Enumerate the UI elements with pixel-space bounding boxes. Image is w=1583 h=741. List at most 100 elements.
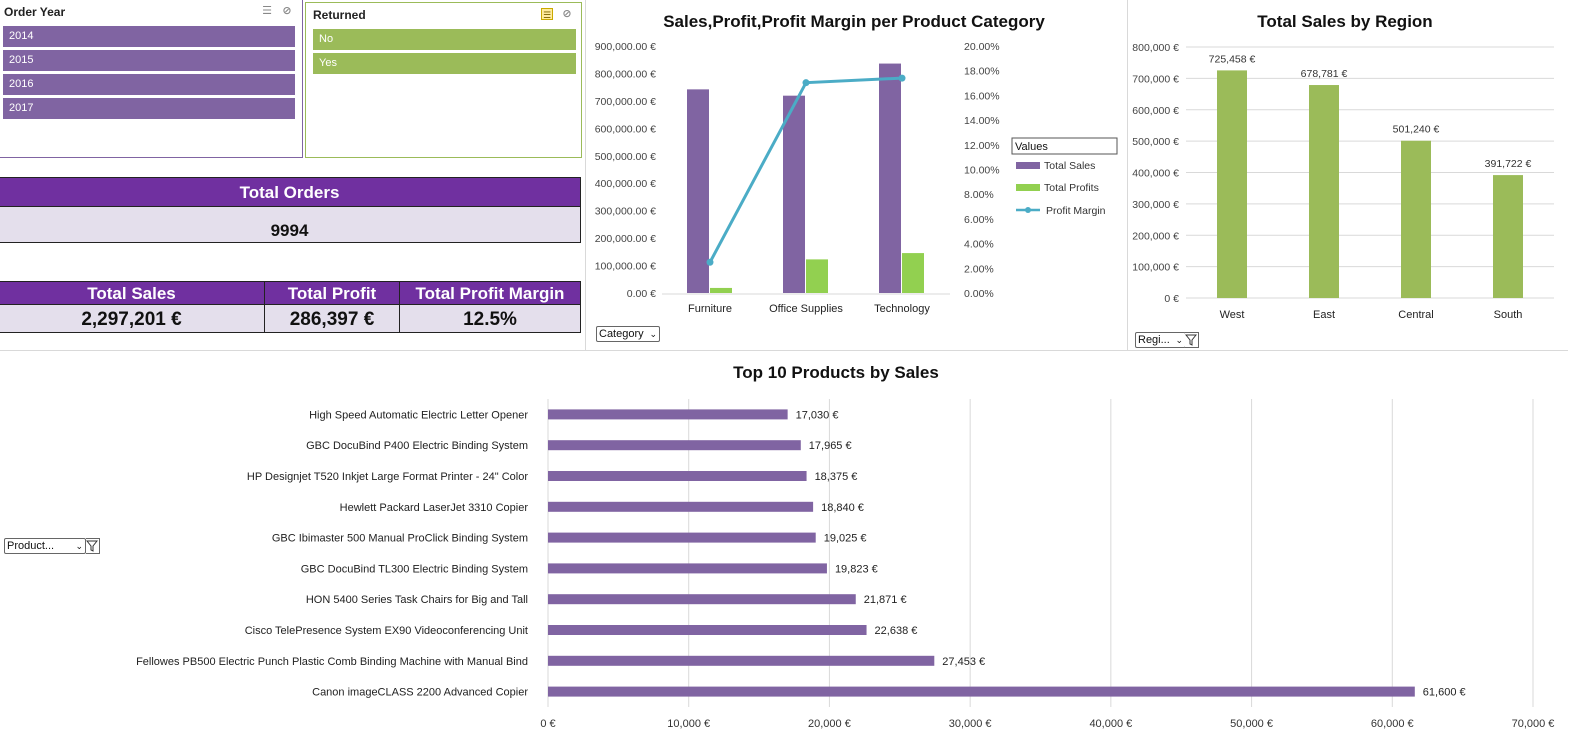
y-right-tick-label: 10.00%: [964, 165, 1000, 177]
region-filter-dropdown[interactable]: Regi... ⌄: [1135, 332, 1186, 348]
y-right-tick-label: 14.00%: [964, 115, 1000, 127]
y-tick-label: High Speed Automatic Electric Letter Ope…: [309, 409, 528, 421]
y-left-tick-label: 200,000.00 €: [595, 233, 656, 245]
profit-margin-line: [708, 76, 903, 263]
product-bar: [548, 440, 801, 451]
y-tick-label: 100,000 €: [1132, 262, 1179, 274]
product-filter-button[interactable]: [85, 538, 100, 554]
slicer-item-2015[interactable]: 2015: [3, 50, 295, 71]
bar-total-profits: [902, 253, 924, 293]
data-label: 17,030 €: [796, 409, 839, 421]
category-filter-label: Category: [599, 328, 644, 340]
y-tick-label: 300,000 €: [1132, 199, 1179, 211]
filter-icon: [85, 540, 99, 552]
data-label: 61,600 €: [1423, 687, 1466, 699]
x-tick-label: 40,000 €: [1089, 718, 1132, 730]
y-right-tick-label: 2.00%: [964, 263, 994, 275]
product-filter-dropdown[interactable]: Product... ⌄: [4, 538, 86, 554]
profit-margin-point: [802, 79, 810, 87]
dashboard: Order Year ☰ ⊘ 2014 2015 2016 2017 Returned…: [0, 0, 1583, 741]
x-tick-label: East: [1313, 309, 1335, 321]
data-label: 17,965 €: [809, 440, 852, 452]
product-bar: [548, 532, 816, 543]
returned-slicer: Returned ☰ ⊘ No Yes: [305, 2, 582, 158]
profit-margin-point: [706, 258, 714, 266]
multi-select-icon[interactable]: ☰: [261, 5, 273, 17]
y-tick-label: 800,000 €: [1132, 42, 1179, 54]
chart-title: Sales,Profit,Profit Margin per Product C…: [663, 12, 1045, 31]
total-profit-value: 286,397 €: [264, 304, 400, 333]
slicer-title: Returned: [313, 8, 366, 22]
y-tick-label: Fellowes PB500 Electric Punch Plastic Co…: [136, 656, 528, 668]
filter-icon: [1184, 334, 1198, 346]
slicer-title: Order Year: [4, 5, 66, 19]
legend-swatch: [1016, 162, 1040, 169]
legend-label: Total Sales: [1044, 160, 1095, 172]
total-profit-margin-value: 12.5%: [399, 304, 581, 333]
y-left-tick-label: 300,000.00 €: [595, 206, 656, 218]
legend-label: Profit Margin: [1046, 205, 1106, 217]
y-tick-label: 0 €: [1164, 293, 1179, 305]
slicer-item-no[interactable]: No: [313, 29, 576, 50]
y-right-tick-label: 18.00%: [964, 66, 1000, 78]
bar-east: [1309, 85, 1339, 298]
slicer-item-2016[interactable]: 2016: [3, 74, 295, 95]
x-tick-label: 10,000 €: [667, 718, 710, 730]
x-tick-label: South: [1494, 309, 1523, 321]
x-tick-label: 0 €: [540, 718, 555, 730]
data-label: 501,240 €: [1393, 124, 1440, 136]
y-tick-label: Canon imageCLASS 2200 Advanced Copier: [312, 687, 528, 699]
data-label: 27,453 €: [942, 656, 985, 668]
profit-margin-point: [898, 74, 906, 82]
bar-total-sales: [687, 89, 709, 294]
multi-select-icon[interactable]: ☰: [541, 8, 553, 20]
legend-title: Values: [1015, 141, 1048, 153]
y-right-tick-label: 20.00%: [964, 41, 1000, 53]
slicer-item-yes[interactable]: Yes: [313, 53, 576, 74]
chevron-down-icon: ⌄: [1175, 335, 1183, 345]
slicer-header: Order Year ☰ ⊘: [0, 0, 302, 22]
total-profit-margin-label: Total Profit Margin: [399, 281, 581, 305]
region-sales-chart: Total Sales by Region 800,000 € 700,000 € 6…: [1132, 12, 1554, 321]
data-label: 725,458 €: [1209, 53, 1256, 65]
region-filter-button[interactable]: [1184, 332, 1199, 348]
data-label: 19,823 €: [835, 563, 878, 575]
chart-title: Top 10 Products by Sales: [733, 363, 939, 382]
product-bar: [548, 563, 827, 574]
y-tick-label: Hewlett Packard LaserJet 3310 Copier: [340, 502, 529, 514]
total-sales-value: 2,297,201 €: [0, 304, 265, 333]
product-bar: [548, 471, 807, 481]
chart-title: Total Sales by Region: [1257, 12, 1432, 31]
legend-swatch: [1016, 184, 1040, 191]
x-tick-label: Office Supplies: [769, 303, 843, 315]
y-tick-label: HON 5400 Series Task Chairs for Big and …: [306, 594, 528, 606]
y-tick-label: GBC DocuBind TL300 Electric Binding Syst…: [301, 563, 528, 575]
y-left-tick-label: 100,000.00 €: [595, 261, 656, 273]
clear-filter-icon[interactable]: ⊘: [281, 5, 293, 17]
x-tick-label: 30,000 €: [949, 718, 992, 730]
y-right-tick-label: 4.00%: [964, 239, 994, 251]
y-tick-label: Cisco TelePresence System EX90 Videoconf…: [245, 625, 528, 637]
y-tick-label: HP Designjet T520 Inkjet Large Format Pr…: [247, 471, 528, 483]
y-right-tick-label: 12.00%: [964, 140, 1000, 152]
legend-swatch-marker: [1025, 207, 1031, 213]
y-left-tick-label: 400,000.00 €: [595, 178, 656, 190]
x-tick-label: Technology: [874, 303, 930, 315]
slicer-item-2017[interactable]: 2017: [3, 98, 295, 119]
bar-central: [1401, 140, 1431, 298]
chevron-down-icon: ⌄: [649, 329, 657, 339]
clear-filter-icon[interactable]: ⊘: [561, 8, 573, 20]
y-tick-label: 500,000 €: [1132, 136, 1179, 148]
y-right-tick-label: 6.00%: [964, 214, 994, 226]
data-label: 19,025 €: [824, 533, 867, 545]
order-year-slicer: Order Year ☰ ⊘ 2014 2015 2016 2017: [0, 0, 303, 158]
product-bar: [548, 655, 935, 666]
total-sales-label: Total Sales: [0, 281, 265, 305]
x-tick-label: 60,000 €: [1371, 718, 1414, 730]
slicer-item-2014[interactable]: 2014: [3, 26, 295, 47]
data-label: 678,781 €: [1301, 68, 1348, 80]
y-right-tick-label: 16.00%: [964, 90, 1000, 102]
data-label: 391,722 €: [1485, 158, 1532, 170]
bar-south: [1493, 175, 1523, 298]
category-filter-dropdown[interactable]: Category ⌄: [596, 326, 660, 342]
